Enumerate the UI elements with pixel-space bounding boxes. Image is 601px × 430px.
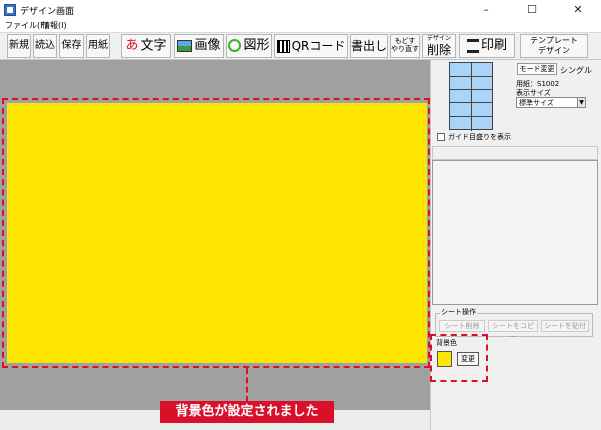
display-size-select[interactable]: 標準サイズ [516,97,586,108]
shape-button[interactable]: 図形 [226,34,272,58]
maximize-button[interactable]: ☐ [509,0,555,20]
guide-checkbox-label: ガイド目盛りを表示 [448,133,511,141]
text-button[interactable]: あ文字 [121,34,171,58]
qr-button-label: QRコード [291,39,346,53]
text-button-label: 文字 [140,38,167,54]
image-button[interactable]: 画像 [174,34,224,58]
background-change-button[interactable]: 変更 [457,352,479,366]
open-button[interactable]: 読込 [33,34,57,58]
shape-button-label: 図形 [243,38,270,53]
delete-button[interactable]: デザイン 削除 [422,34,456,58]
save-button[interactable]: 保存 [59,34,84,58]
close-button[interactable]: ✕ [555,0,601,20]
undo-redo-button[interactable]: もどす やり直す [390,34,420,58]
circle-shape-icon [228,39,242,52]
sheet-copy-button[interactable]: シートをコピー [488,320,538,341]
print-button[interactable]: 印刷 [459,34,515,58]
sheet-paste-button[interactable]: シートを貼付 [541,320,589,332]
redo-label: やり直す [391,45,419,53]
menu-info[interactable]: 情報(I) [42,20,67,31]
print-button-label: 印刷 [480,38,507,53]
callout-connector [246,368,248,402]
chevron-down-icon[interactable]: ▼ [577,98,585,107]
image-button-label: 画像 [194,38,221,53]
undo-label: もどす [394,37,416,45]
sheet-list-header [432,146,598,160]
delete-top-label: デザイン [426,35,451,42]
printer-icon [466,38,479,53]
new-button[interactable]: 新規 [7,34,31,58]
image-icon [177,39,193,52]
guide-checkbox[interactable] [437,133,445,141]
template-button[interactable]: テンプレート デザイン [520,34,588,58]
sheet-thumbnail[interactable] [449,62,493,131]
qr-button[interactable]: QRコード [274,34,348,58]
qr-code-icon [276,40,290,53]
sheet-delete-button[interactable]: シート削除 [439,320,485,332]
sheet-ops-label: シート操作 [440,307,477,317]
template-bottom-label: デザイン [538,46,570,55]
app-icon [4,4,16,16]
menu-bar [0,20,601,32]
background-color-label: 背景色 [436,339,457,347]
mode-change-button[interactable]: モード変更 [517,63,557,75]
thumbnail-divider [471,63,472,131]
paper-button[interactable]: 用紙 [86,34,110,58]
template-top-label: テンプレート [530,36,578,45]
background-color-swatch[interactable] [437,351,452,367]
callout-caption: 背景色が設定されました [160,401,334,423]
export-button[interactable]: 書出し [350,34,388,58]
highlight-frame [2,98,430,368]
text-glyph-icon: あ [125,38,139,53]
mode-value: シングル [560,66,592,75]
minimize-button[interactable]: – [463,0,509,20]
delete-label: 削除 [426,43,451,57]
sheet-list[interactable] [432,160,598,305]
window-title: デザイン画面 [20,7,75,17]
